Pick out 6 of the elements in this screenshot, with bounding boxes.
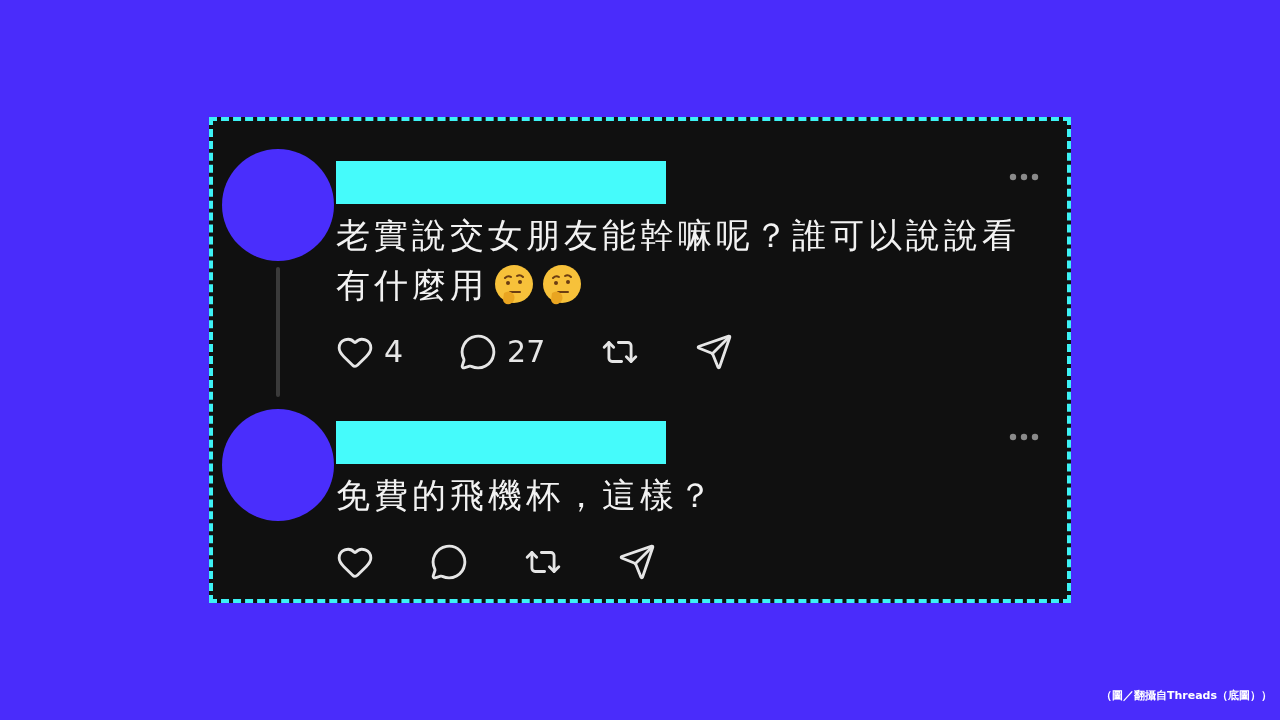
post-text-line: 有什麼用: [336, 264, 488, 307]
image-credit: （圖／翻攝自Threads（底圖））: [1100, 689, 1272, 702]
post-text-line: 免費的飛機杯，這樣？: [336, 474, 716, 517]
action-count: 4: [384, 333, 404, 371]
action-count: 27: [507, 333, 546, 371]
post-text-line: 老實說交女朋友能幹嘛呢？誰可以說說看: [336, 214, 1020, 257]
